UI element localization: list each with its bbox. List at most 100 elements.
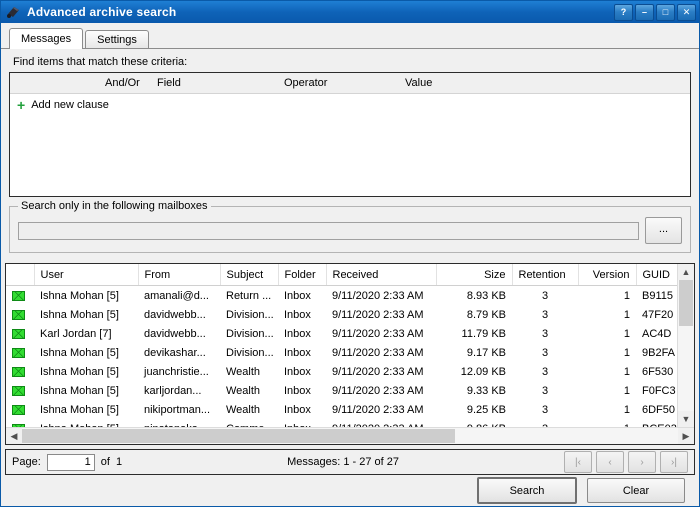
mailbox-input[interactable] xyxy=(18,221,639,240)
results-column-subject[interactable]: Subject xyxy=(220,264,279,286)
scroll-up-icon[interactable]: ▲ xyxy=(678,264,694,280)
mailbox-groupbox: Search only in the following mailboxes .… xyxy=(9,200,691,253)
results-column-size[interactable]: Size xyxy=(436,264,513,286)
scroll-right-icon[interactable]: ▶ xyxy=(678,428,694,444)
message-icon xyxy=(6,381,34,400)
results-column-version[interactable]: Version xyxy=(578,264,637,286)
page-label: Page: xyxy=(12,456,41,468)
cell-retention: 3 xyxy=(541,403,549,416)
cell-size: 9.33 KB xyxy=(466,384,506,397)
results-horizontal-scrollbar[interactable]: ◀ ▶ xyxy=(6,427,694,444)
results-grid-body: User From Subject Folder Received Size R… xyxy=(6,264,694,427)
title-bar-buttons: ? – □ ✕ xyxy=(614,3,696,21)
cell-guid: 47F20 xyxy=(642,308,674,321)
cell-size: 9.25 KB xyxy=(466,403,506,416)
results-grid: User From Subject Folder Received Size R… xyxy=(5,263,695,445)
page-of-label: of xyxy=(100,456,110,468)
cell-received: 9/11/2020 2:33 AM xyxy=(332,403,424,416)
help-button[interactable]: ? xyxy=(614,3,633,21)
tab-strip: Messages Settings xyxy=(1,23,699,49)
cell-version: 1 xyxy=(623,384,630,397)
results-column-folder[interactable]: Folder xyxy=(278,264,327,286)
results-column-retention[interactable]: Retention xyxy=(512,264,579,286)
cell-from: juanchristie... xyxy=(144,365,209,378)
vertical-scroll-thumb[interactable] xyxy=(679,280,693,326)
title-bar: Advanced archive search ? – □ ✕ xyxy=(1,1,699,23)
table-row[interactable]: Ishna Mohan [5] juanchristie... Wealth Inbo… xyxy=(6,362,677,381)
results-grid-columns: User From Subject Folder Received Size R… xyxy=(6,264,677,427)
last-page-button[interactable]: ›| xyxy=(660,451,688,473)
mailbox-browse-button[interactable]: ... xyxy=(645,217,682,244)
cell-received: 9/11/2020 2:33 AM xyxy=(332,289,424,302)
cell-user: Ishna Mohan [5] xyxy=(40,365,119,378)
table-row[interactable]: Ishna Mohan [5] karljordan... Wealth Inbox 9… xyxy=(6,381,677,400)
table-row[interactable]: Ishna Mohan [5]ninatanaka...Comme...Inbo… xyxy=(6,419,677,427)
tab-settings[interactable]: Settings xyxy=(85,30,149,49)
results-column-received[interactable]: Received xyxy=(326,264,437,286)
cell-retention: 3 xyxy=(541,327,549,340)
cell-retention: 3 xyxy=(512,419,578,428)
table-row[interactable]: Ishna Mohan [5] nikiportman... Wealth Inbox… xyxy=(6,400,677,419)
cell-from: devikashar... xyxy=(144,346,206,359)
cell-version: 1 xyxy=(623,365,630,378)
horizontal-scroll-track[interactable] xyxy=(22,428,678,444)
add-new-clause-row[interactable]: + Add new clause xyxy=(10,94,690,116)
cell-folder: Inbox xyxy=(284,308,311,321)
advanced-archive-search-window: Advanced archive search ? – □ ✕ Messages… xyxy=(0,0,700,507)
cell-guid: 6DF50 xyxy=(642,403,676,416)
cell-user: Ishna Mohan [5] xyxy=(40,346,119,359)
plus-icon: + xyxy=(17,97,26,113)
results-column-guid[interactable]: GUID xyxy=(636,264,677,286)
message-icon xyxy=(6,343,34,362)
cell-received: 9/11/2020 2:33 AM xyxy=(332,365,424,378)
table-row[interactable]: Ishna Mohan [5] davidwebb... Division... In… xyxy=(6,305,677,324)
page-input[interactable] xyxy=(46,453,95,471)
criteria-column-field: Field xyxy=(157,77,181,89)
table-row[interactable]: Ishna Mohan [5] devikashar... Division... I… xyxy=(6,343,677,362)
search-button[interactable]: Search xyxy=(477,477,577,504)
cell-retention: 3 xyxy=(541,384,549,397)
cell-guid: B9115 xyxy=(642,289,673,302)
cell-retention: 3 xyxy=(541,346,549,359)
cell-size: 11.79 KB xyxy=(461,327,506,340)
results-column-user[interactable]: User xyxy=(34,264,139,286)
horizontal-scroll-thumb[interactable] xyxy=(22,429,455,443)
cell-folder: Inbox xyxy=(284,346,311,359)
cell-subject: Wealth xyxy=(226,384,261,397)
results-column-icon xyxy=(6,264,35,286)
cell-folder: Inbox xyxy=(284,403,311,416)
results-vertical-scrollbar[interactable]: ▲ ▼ xyxy=(677,264,694,427)
minimize-button[interactable]: – xyxy=(635,3,654,21)
cell-size: 12.09 KB xyxy=(460,365,506,378)
cell-version: 1 xyxy=(623,346,630,359)
cell-folder: Inbox xyxy=(278,419,326,428)
table-row[interactable]: Karl Jordan [7] davidwebb... Division... In… xyxy=(6,324,677,343)
cell-user: Karl Jordan [7] xyxy=(40,327,112,340)
cell-received: 9/11/2020 2:33 AM xyxy=(332,384,424,397)
results-column-from[interactable]: From xyxy=(138,264,221,286)
criteria-column-value: Value xyxy=(405,77,433,89)
scroll-left-icon[interactable]: ◀ xyxy=(6,428,22,444)
pager-bar: Page: of 1 Messages: 1 - 27 of 27 |‹ ‹ ›… xyxy=(5,449,695,475)
cell-guid: AC4D xyxy=(642,327,672,340)
cell-guid: 6F530 xyxy=(642,365,674,378)
vertical-scroll-track[interactable] xyxy=(678,280,694,411)
cell-retention: 3 xyxy=(541,289,549,302)
table-row[interactable]: Ishna Mohan [5] amanali@d... Return ... Inb… xyxy=(6,286,677,306)
cell-subject: Division... xyxy=(226,327,274,340)
first-page-button[interactable]: |‹ xyxy=(564,451,592,473)
footer-buttons: Search Clear xyxy=(1,475,699,506)
clear-button[interactable]: Clear xyxy=(587,478,685,503)
cell-subject: Comme... xyxy=(220,419,278,428)
tab-messages[interactable]: Messages xyxy=(9,28,84,49)
scroll-down-icon[interactable]: ▼ xyxy=(678,411,694,427)
next-page-button[interactable]: › xyxy=(628,451,656,473)
previous-page-button[interactable]: ‹ xyxy=(596,451,624,473)
cell-from: davidwebb... xyxy=(144,308,206,321)
close-button[interactable]: ✕ xyxy=(677,3,696,21)
cell-user: Ishna Mohan [5] xyxy=(40,289,119,302)
maximize-button[interactable]: □ xyxy=(656,3,675,21)
cell-user: Ishna Mohan [5] xyxy=(40,384,119,397)
cell-folder: Inbox xyxy=(284,365,311,378)
cell-size: 9.86 KB xyxy=(436,419,512,428)
